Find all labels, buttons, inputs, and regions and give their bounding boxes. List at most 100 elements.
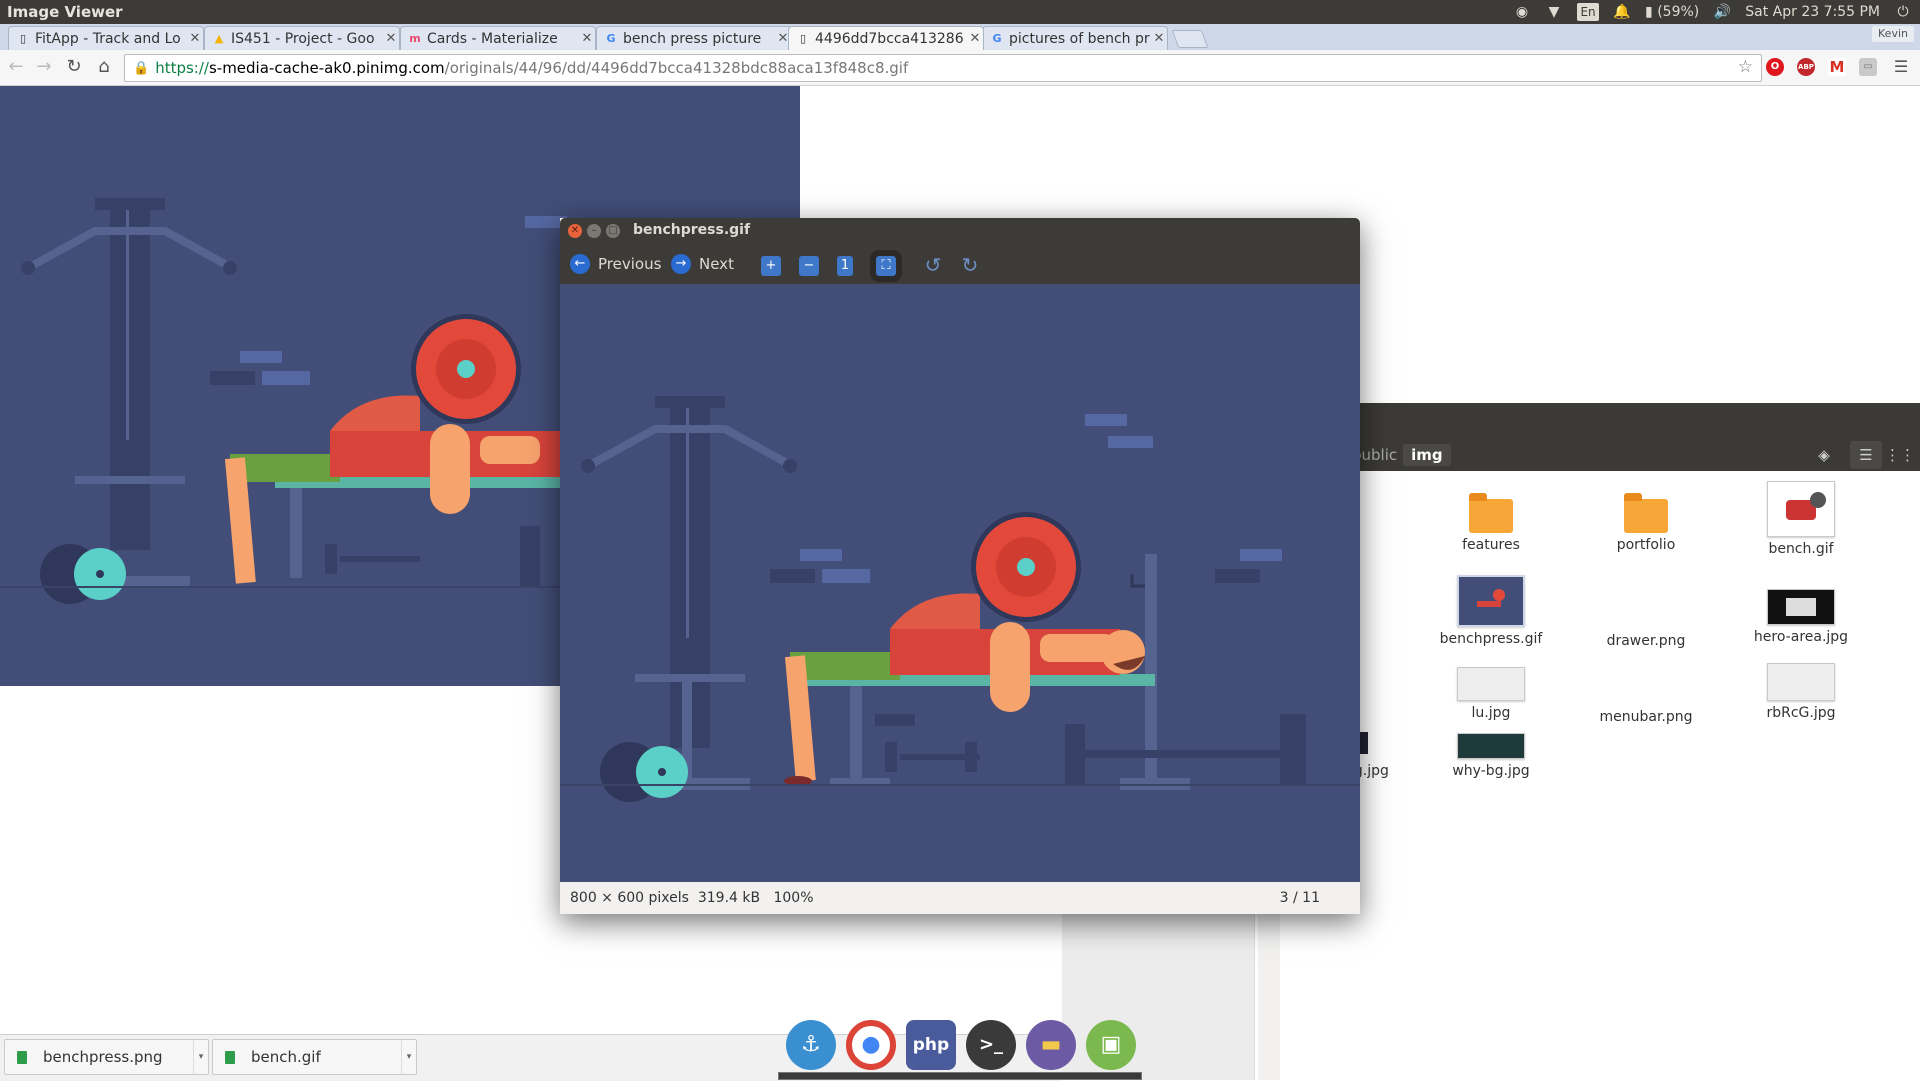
anchor-icon[interactable]: ⚓ xyxy=(786,1020,836,1070)
file-item-lu-jpg[interactable]: lu.jpg xyxy=(1431,667,1551,721)
bookmark-star-icon[interactable]: ☆ xyxy=(1738,57,1753,77)
file-item-benchpress-gif[interactable]: benchpress.gif xyxy=(1431,575,1551,647)
materialize-icon: m xyxy=(409,31,421,45)
rotate-right-icon[interactable]: ↻ xyxy=(959,254,981,276)
page-icon: ▯ xyxy=(799,31,807,45)
file-item-features[interactable]: features xyxy=(1431,493,1551,553)
drive-icon: ▲ xyxy=(214,31,224,45)
next-label: Next xyxy=(699,255,734,273)
volume-icon[interactable]: 🔊 xyxy=(1713,3,1731,21)
close-tab-icon[interactable]: ✕ xyxy=(967,31,983,46)
file-item-portfolio[interactable]: portfolio xyxy=(1586,493,1706,553)
clock[interactable]: Sat Apr 23 7:55 PM xyxy=(1745,4,1880,20)
arrow-right-icon: → xyxy=(671,254,691,274)
zoom-out-icon[interactable]: − xyxy=(799,256,819,276)
next-button[interactable]: → Next xyxy=(671,250,734,278)
notification-icon[interactable]: 🔔 xyxy=(1613,3,1631,21)
google-icon: G xyxy=(992,31,1002,45)
chevron-down-icon[interactable]: ▾ xyxy=(401,1040,416,1074)
chevron-down-icon[interactable]: ▾ xyxy=(193,1040,208,1074)
forward-icon[interactable]: → xyxy=(32,56,56,78)
tab-active-gif[interactable]: ▯ 4496dd7bcca413286 ✕ xyxy=(788,26,984,50)
keyboard-layout-indicator[interactable]: En xyxy=(1577,3,1600,21)
zoom-in-icon[interactable]: + xyxy=(761,256,781,276)
bench-press-illustration xyxy=(560,284,1360,882)
gmail-extension-icon[interactable]: M xyxy=(1828,58,1846,76)
file-item-hero-area-jpg[interactable]: hero-area.jpg xyxy=(1741,589,1861,645)
battery-icon: ▮ xyxy=(1645,4,1653,20)
location-icon[interactable]: ◈ xyxy=(1808,441,1840,469)
files-icon[interactable]: ▬ xyxy=(1026,1020,1076,1070)
close-tab-icon[interactable]: ✕ xyxy=(1151,31,1167,46)
download-item-benchpress-png[interactable]: benchpress.png ▾ xyxy=(4,1039,209,1075)
url-scheme: https:// xyxy=(155,59,209,77)
tab-pictures-of-bench-press[interactable]: G pictures of bench pr ✕ xyxy=(982,26,1168,50)
image-canvas[interactable] xyxy=(560,284,1360,882)
wifi-icon[interactable]: ▼ xyxy=(1545,3,1563,21)
file-item-bench-gif[interactable]: bench.gif xyxy=(1741,481,1861,557)
image-file-size: 319.4 kB xyxy=(697,890,761,906)
normal-size-icon[interactable]: 1 xyxy=(837,256,853,276)
grid-view-icon[interactable]: ⋮⋮ xyxy=(1884,441,1916,469)
file-item-menubar-png[interactable]: menubar.png xyxy=(1586,705,1706,725)
file-name: portfolio xyxy=(1616,537,1676,553)
close-tab-icon[interactable]: ✕ xyxy=(187,31,203,46)
file-item-why-bg-jpg[interactable]: why-bg.jpg xyxy=(1431,733,1551,779)
home-icon[interactable]: ⌂ xyxy=(92,56,116,78)
breadcrumb-img[interactable]: img xyxy=(1403,444,1451,466)
rotate-left-icon[interactable]: ↺ xyxy=(922,254,944,276)
image-thumbnail xyxy=(1457,733,1525,759)
close-window-icon[interactable]: ✕ xyxy=(568,224,582,238)
chrome-icon[interactable]: ● xyxy=(846,1020,896,1070)
chrome-menu-icon[interactable]: ☰ xyxy=(1892,58,1910,76)
image-dimensions: 800 × 600 pixels xyxy=(570,890,689,906)
image-position-counter: 3 / 11 xyxy=(1279,890,1320,906)
maximize-window-icon[interactable]: □ xyxy=(606,224,620,238)
chrome-tray-icon[interactable]: ◉ xyxy=(1513,3,1531,21)
adblock-extension-icon[interactable]: ABP xyxy=(1797,58,1815,76)
screencast-extension-icon[interactable]: ▭ xyxy=(1859,58,1877,76)
arrow-left-icon: ← xyxy=(570,254,590,274)
download-filename: benchpress.png xyxy=(43,1048,163,1066)
php-icon[interactable]: php xyxy=(906,1020,956,1070)
tab-bench-press-pictures[interactable]: G bench press picture ✕ xyxy=(596,26,792,50)
terminal-icon[interactable]: >_ xyxy=(966,1020,1016,1070)
image-thumbnail xyxy=(1767,481,1835,537)
opera-extension-icon[interactable]: O xyxy=(1766,58,1784,76)
tab-title: 4496dd7bcca413286 xyxy=(815,30,964,47)
image-thumbnail xyxy=(1767,589,1835,625)
close-tab-icon[interactable]: ✕ xyxy=(579,31,595,46)
file-name: hero-area.jpg xyxy=(1753,629,1849,645)
image-viewer-titlebar[interactable]: ✕ – □ benchpress.gif xyxy=(560,218,1360,244)
download-item-bench-gif[interactable]: bench.gif ▾ xyxy=(212,1039,417,1075)
back-icon[interactable]: ← xyxy=(4,56,28,78)
tab-title: Cards - Materialize xyxy=(427,30,558,47)
url-path: /originals/44/96/dd/4496dd7bcca41328bdc8… xyxy=(444,59,909,77)
profile-badge[interactable]: Kevin xyxy=(1872,26,1914,42)
minimize-window-icon[interactable]: – xyxy=(587,224,601,238)
tab-cards-materialize[interactable]: m Cards - Materialize ✕ xyxy=(400,26,596,50)
download-filename: bench.gif xyxy=(251,1048,321,1066)
close-tab-icon[interactable]: ✕ xyxy=(383,31,399,46)
new-tab-button[interactable] xyxy=(1171,30,1209,48)
image-viewer-icon[interactable]: ▣ xyxy=(1086,1020,1136,1070)
power-icon[interactable]: ⏻ xyxy=(1894,3,1912,21)
system-tray: ◉ ▼ En 🔔 ▮ (59%) 🔊 Sat Apr 23 7:55 PM ⏻ xyxy=(1513,0,1912,24)
file-item-rbrcg-jpg[interactable]: rbRcG.jpg xyxy=(1741,663,1861,721)
best-fit-icon[interactable]: ⛶ xyxy=(870,250,902,282)
previous-button[interactable]: ← Previous xyxy=(570,250,661,278)
reload-icon[interactable]: ↻ xyxy=(62,56,86,78)
path-bar: public img xyxy=(1352,442,1451,468)
file-name: drawer.png xyxy=(1606,633,1686,649)
file-item-drawer-png[interactable]: drawer.png xyxy=(1586,629,1706,649)
top-panel: Image Viewer ◉ ▼ En 🔔 ▮ (59%) 🔊 Sat Apr … xyxy=(0,0,1920,24)
image-thumbnail xyxy=(1457,667,1525,701)
file-name: menubar.png xyxy=(1599,709,1693,725)
tab-is451[interactable]: ▲ IS451 - Project - Goo ✕ xyxy=(204,26,400,50)
tab-fitapp[interactable]: ▯ FitApp - Track and Lo ✕ xyxy=(8,26,204,50)
file-name: features xyxy=(1462,537,1520,553)
address-bar[interactable]: 🔒 https://s-media-cache-ak0.pinimg.com/o… xyxy=(124,54,1762,82)
folder-icon xyxy=(1624,493,1668,533)
battery-indicator[interactable]: ▮ (59%) xyxy=(1645,4,1699,20)
list-view-icon[interactable]: ☰ xyxy=(1850,441,1882,469)
